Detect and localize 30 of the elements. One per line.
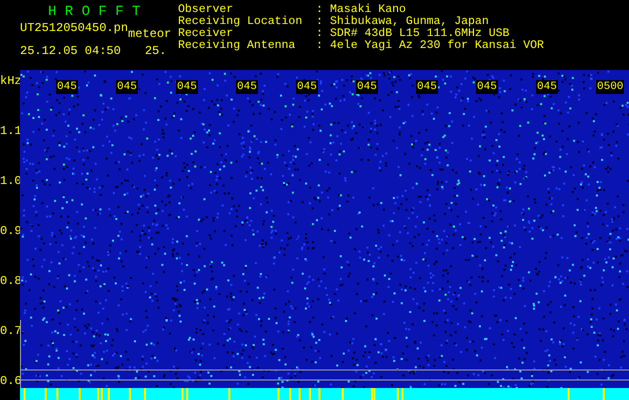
frequency-label: 1.1 bbox=[0, 124, 22, 138]
time-label: 045 bbox=[536, 80, 558, 94]
timestamp-fragment: 25. bbox=[144, 44, 166, 58]
info-value: 4ele Yagi Az 230 for Kansai VOR bbox=[330, 40, 544, 52]
info-label: Receiving Antenna bbox=[178, 40, 296, 52]
timestamp: 25.12.05 04:50 bbox=[20, 44, 121, 58]
time-label: 045 bbox=[116, 80, 138, 94]
tag-label: meteor bbox=[128, 27, 172, 41]
time-label: 045 bbox=[416, 80, 438, 94]
info-label: Receiver bbox=[178, 28, 234, 40]
info-separator: : bbox=[316, 28, 324, 40]
info-value: Shibukawa, Gunma, Japan bbox=[330, 16, 489, 28]
app-title: H R O F F T bbox=[47, 4, 142, 20]
time-label: 045 bbox=[356, 80, 378, 94]
info-separator: : bbox=[316, 4, 324, 16]
file-name: UT2512050450.pn bbox=[20, 21, 128, 35]
info-label: Receiving Location bbox=[178, 16, 304, 28]
time-label: 045 bbox=[176, 80, 198, 94]
time-label: 045 bbox=[56, 80, 78, 94]
frequency-label: 0.7 bbox=[0, 324, 22, 338]
info-separator: : bbox=[316, 16, 324, 28]
info-label: Observer bbox=[178, 4, 234, 16]
time-label: 045 bbox=[296, 80, 318, 94]
time-label: 045 bbox=[476, 80, 498, 94]
info-separator: : bbox=[316, 40, 324, 52]
info-value: Masaki Kano bbox=[330, 4, 406, 16]
time-label: 045 bbox=[236, 80, 258, 94]
info-value: SDR# 43dB L15 111.6MHz USB bbox=[330, 28, 510, 40]
time-label: 0500 bbox=[596, 80, 624, 94]
axis-unit: kHz bbox=[0, 74, 22, 88]
